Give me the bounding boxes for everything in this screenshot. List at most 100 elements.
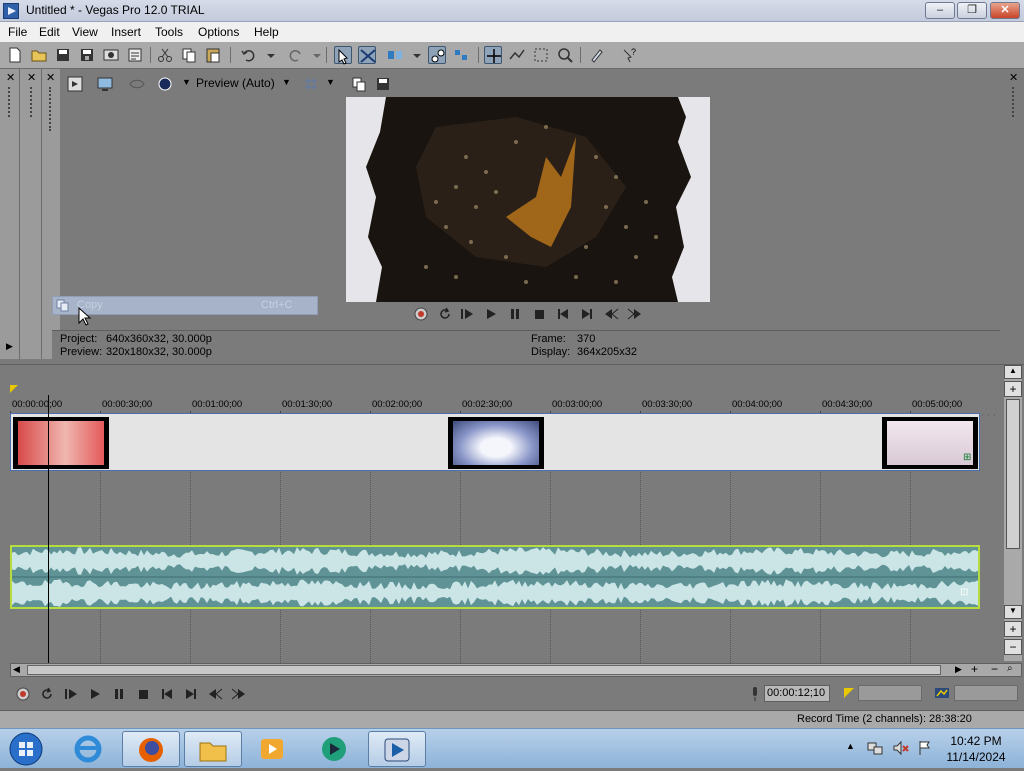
save-snapshot-icon[interactable] — [374, 75, 392, 93]
redo-icon[interactable] — [286, 46, 304, 64]
event-fx-icon[interactable]: ⊞ — [963, 452, 971, 463]
save-icon[interactable] — [54, 46, 72, 64]
preview-quality-dropdown[interactable]: Preview (Auto) — [196, 76, 275, 90]
copy-snapshot-icon[interactable] — [350, 75, 368, 93]
play-icon[interactable] — [482, 305, 500, 323]
dock-close-icon[interactable]: ✕ — [6, 71, 15, 84]
zoom-in-horizontal-button[interactable]: + — [971, 662, 978, 676]
audio-event-fx-icon[interactable]: ⊡ — [960, 587, 968, 598]
stop-icon[interactable] — [530, 305, 548, 323]
taskbar-media-app[interactable] — [306, 731, 364, 767]
close-button[interactable]: ✕ — [990, 2, 1020, 19]
cursor-time-field[interactable]: 00:00:12;10 — [764, 685, 830, 702]
record-icon[interactable] — [412, 305, 430, 323]
envelope-tool-icon[interactable] — [508, 46, 526, 64]
taskbar-file-explorer[interactable] — [184, 731, 242, 767]
menu-options[interactable]: Options — [198, 25, 239, 39]
online-help-icon[interactable] — [588, 46, 606, 64]
play-from-start-icon[interactable] — [62, 685, 80, 703]
minimize-button[interactable]: – — [925, 2, 955, 19]
taskbar-internet-explorer[interactable] — [60, 731, 118, 767]
start-button[interactable] — [6, 730, 46, 768]
timeline-vertical-scrollbar[interactable]: ▲ + ▼ + − — [1004, 365, 1022, 661]
video-fx-icon[interactable] — [128, 75, 146, 93]
taskbar-firefox[interactable] — [122, 731, 180, 767]
scroll-up-icon[interactable]: ▲ — [1004, 365, 1022, 379]
undo-icon[interactable] — [240, 46, 258, 64]
paste-icon[interactable] — [204, 46, 222, 64]
scroll-left-icon[interactable]: ◀ — [13, 664, 20, 675]
audio-event[interactable]: ⊡ — [10, 545, 980, 609]
scroll-right-icon[interactable]: ▶ — [955, 664, 962, 675]
taskbar-clock[interactable]: 10:42 PM 11/14/2024 — [940, 734, 1012, 764]
project-video-properties-icon[interactable] — [66, 75, 84, 93]
ripple-dropdown-icon[interactable] — [408, 46, 421, 64]
go-to-start-icon[interactable] — [158, 685, 176, 703]
video-event[interactable]: ⊞ — [10, 413, 980, 471]
enable-snapping-icon[interactable] — [334, 46, 352, 65]
overlays-grid-icon[interactable] — [302, 75, 320, 93]
preview-close-icon[interactable]: ✕ — [46, 71, 55, 84]
zoom-tool-icon[interactable] — [556, 46, 574, 64]
taskbar-media-player[interactable] — [244, 731, 302, 767]
dock2-grip-icon[interactable] — [30, 87, 33, 117]
external-monitor-icon[interactable] — [96, 75, 114, 93]
ripple-edit-icon[interactable] — [386, 46, 404, 64]
menu-view[interactable]: View — [72, 25, 98, 39]
go-to-end-icon[interactable] — [182, 685, 200, 703]
loop-playback-icon[interactable] — [436, 305, 454, 323]
previous-frame-icon[interactable] — [206, 685, 224, 703]
right-dock-close-icon[interactable]: ✕ — [1009, 71, 1018, 84]
vertical-zoom-minus-button[interactable]: − — [1004, 639, 1022, 655]
taskbar-vegas-pro[interactable] — [368, 731, 426, 767]
overlays-dropdown-icon[interactable]: ▼ — [326, 77, 335, 87]
go-to-start-icon[interactable] — [554, 305, 572, 323]
menu-edit[interactable]: Edit — [39, 25, 60, 39]
redo-dropdown-icon[interactable] — [308, 46, 321, 64]
marker-flag-icon[interactable] — [10, 385, 18, 393]
network-icon[interactable] — [866, 739, 884, 757]
vegas-app-icon[interactable] — [3, 3, 19, 19]
vertical-scroll-thumb[interactable] — [1006, 399, 1020, 549]
properties-icon[interactable] — [126, 46, 144, 64]
menu-help[interactable]: Help — [254, 25, 279, 39]
selection-tool-icon[interactable] — [532, 46, 550, 64]
dock2-close-icon[interactable]: ✕ — [27, 71, 36, 84]
timeline-horizontal-scrollbar[interactable]: ◀ ▶ + − ⌕ — [10, 662, 1022, 677]
next-frame-icon[interactable] — [626, 305, 644, 323]
timeline-ruler[interactable]: 00:00:00;00 00:00:30;00 00:01:00;00 00:0… — [10, 393, 1000, 417]
record-icon[interactable] — [14, 685, 32, 703]
previous-frame-icon[interactable] — [602, 305, 620, 323]
zoom-out-horizontal-button[interactable]: − — [991, 662, 998, 676]
lock-envelopes-icon[interactable] — [428, 46, 446, 64]
vertical-zoom-plus-button[interactable]: + — [1004, 621, 1022, 637]
timeline-cursor[interactable] — [48, 395, 49, 665]
selection-start-field[interactable] — [858, 685, 922, 701]
render-icon[interactable] — [102, 46, 120, 64]
quality-dropdown-icon[interactable]: ▼ — [282, 77, 291, 87]
copy-icon[interactable] — [180, 46, 198, 64]
menu-insert[interactable]: Insert — [111, 25, 141, 39]
selection-length-field[interactable] — [954, 685, 1018, 701]
horizontal-scroll-thumb[interactable] — [27, 665, 941, 675]
play-from-start-icon[interactable] — [458, 305, 476, 323]
pause-icon[interactable] — [110, 685, 128, 703]
dock-grip-icon[interactable] — [8, 87, 11, 117]
split-dropdown-icon[interactable]: ▼ — [182, 77, 191, 87]
split-screen-icon[interactable] — [156, 75, 174, 93]
undo-dropdown-icon[interactable] — [262, 46, 275, 64]
zoom-tool-button[interactable]: ⌕ — [1007, 663, 1013, 674]
stop-icon[interactable] — [134, 685, 152, 703]
scroll-down-icon[interactable]: ▼ — [1004, 605, 1022, 619]
new-file-icon[interactable] — [6, 46, 24, 64]
loop-playback-icon[interactable] — [38, 685, 56, 703]
maximize-button[interactable]: ❐ — [957, 2, 987, 19]
ignore-grouping-icon[interactable] — [452, 46, 470, 64]
volume-muted-icon[interactable] — [892, 739, 910, 757]
action-center-flag-icon[interactable] — [916, 739, 934, 757]
play-icon[interactable] — [86, 685, 104, 703]
save-as-icon[interactable] — [78, 46, 96, 64]
right-dock-grip-icon[interactable] — [1012, 87, 1015, 117]
pause-icon[interactable] — [506, 305, 524, 323]
open-folder-icon[interactable] — [30, 46, 48, 64]
